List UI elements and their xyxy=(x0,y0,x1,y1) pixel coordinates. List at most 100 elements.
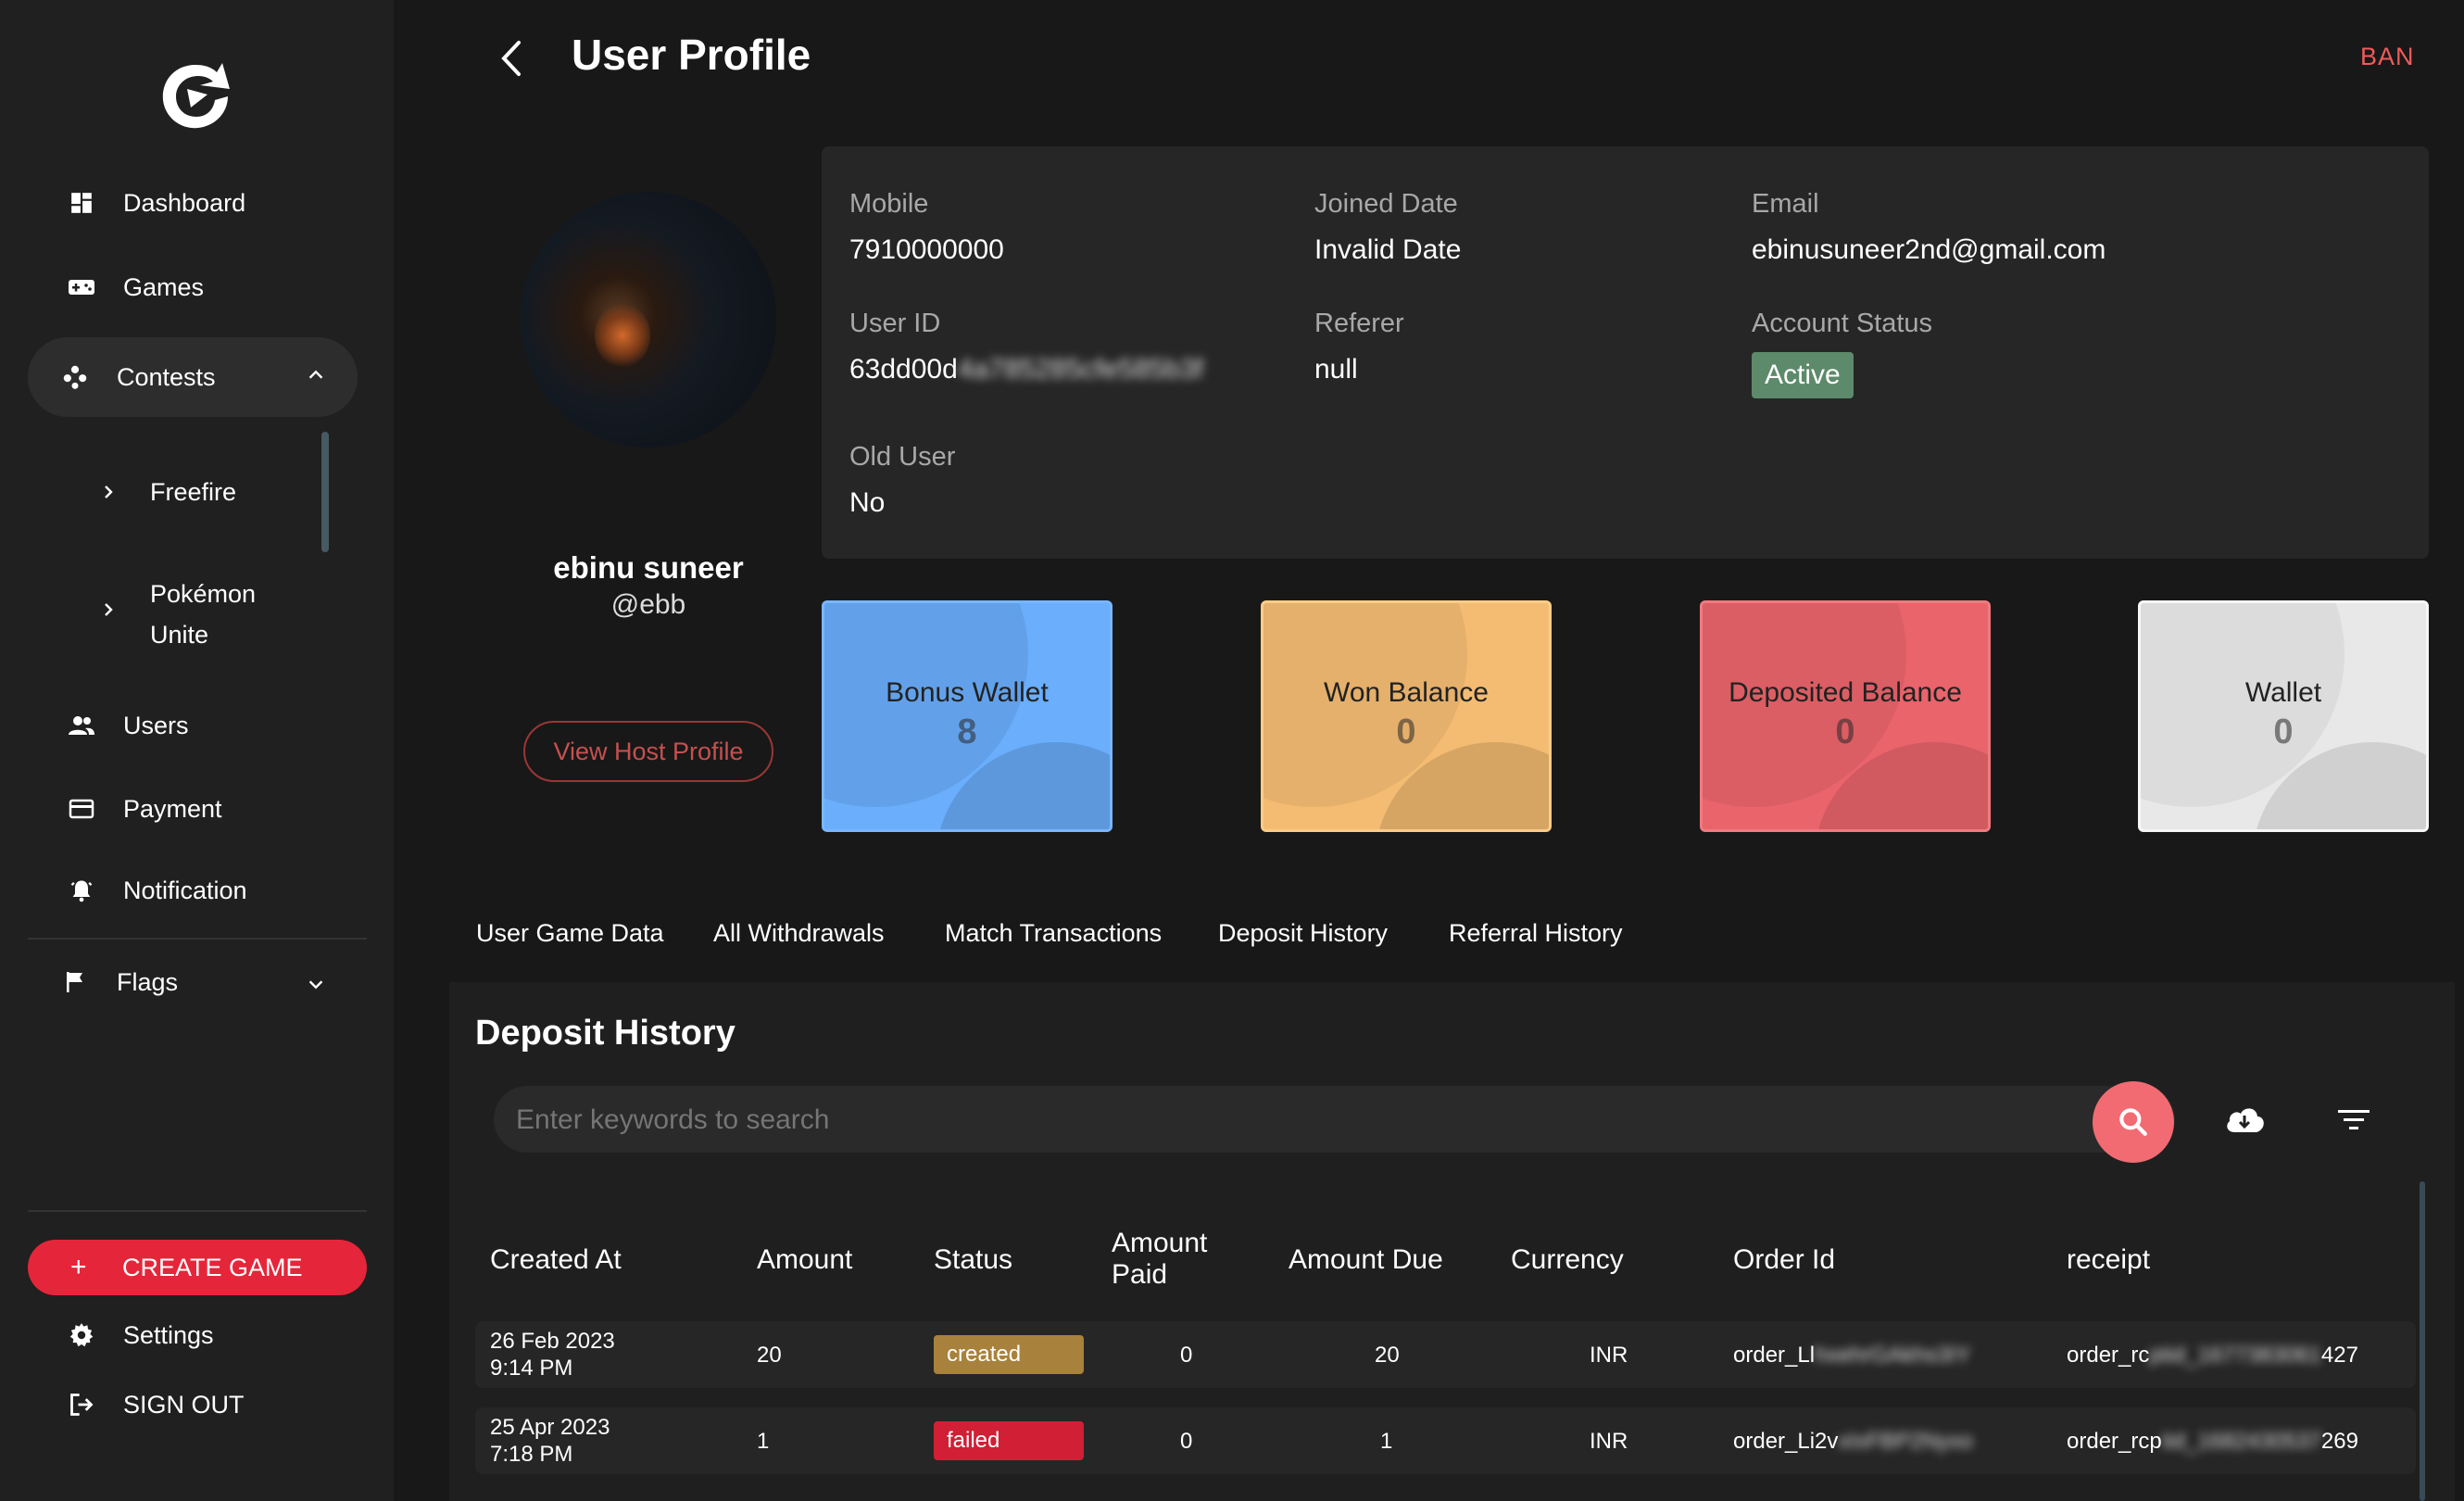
sub-item-freefire-label: Freefire xyxy=(150,478,237,506)
tab-match-transactions[interactable]: Match Transactions xyxy=(945,919,1162,948)
column-header: Currency xyxy=(1511,1244,1624,1275)
email-label: Email xyxy=(1752,189,1819,219)
user-id-value: 63dd00d4a785285cfe585b3f xyxy=(849,354,1204,385)
won-balance-title: Won Balance xyxy=(1324,677,1489,708)
tab-all-withdrawals[interactable]: All Withdrawals xyxy=(713,919,885,948)
sidebar: Dashboard Games Contests Freefire Pokémo… xyxy=(0,0,394,1501)
submenu-scrollbar[interactable] xyxy=(321,432,329,552)
search-input[interactable] xyxy=(516,1104,1442,1136)
receipt-cell: order_rcptid_1677383061427 xyxy=(2067,1343,2358,1368)
deposited-balance-value: 0 xyxy=(1835,713,1855,751)
nav-games-label: Games xyxy=(123,272,205,301)
create-game-button[interactable]: + CREATE GAME xyxy=(28,1240,367,1295)
mobile-label: Mobile xyxy=(849,189,929,219)
amount-paid-cell: 0 xyxy=(1180,1429,1193,1454)
users-icon xyxy=(67,711,96,740)
nav-contests-label: Contests xyxy=(117,362,216,391)
gamepad-icon xyxy=(67,272,96,302)
contests-icon xyxy=(60,362,90,392)
column-header: Order Id xyxy=(1733,1244,1836,1275)
column-header: Created At xyxy=(490,1244,622,1275)
column-header: Amount Due xyxy=(1289,1244,1443,1275)
logout-icon xyxy=(67,1390,96,1419)
card-icon xyxy=(67,794,96,824)
avatar xyxy=(521,192,776,448)
sub-item-pokemon-unite-label: Pokémon Unite xyxy=(150,580,257,649)
old-user-value: No xyxy=(849,487,886,518)
column-header: Amount Paid xyxy=(1112,1228,1208,1290)
currency-cell: INR xyxy=(1590,1429,1628,1454)
column-header: Amount xyxy=(757,1244,853,1275)
back-arrow-icon[interactable] xyxy=(493,35,530,82)
flag-icon xyxy=(60,967,90,997)
nav-settings-label: Settings xyxy=(123,1320,214,1349)
receipt-cell: order_rcptid_1682430537269 xyxy=(2067,1429,2358,1454)
wallet-title: Wallet xyxy=(2244,677,2322,708)
created-time: 7:18 PM xyxy=(490,1442,573,1467)
nav-flags-label: Flags xyxy=(117,967,179,996)
bell-icon xyxy=(67,876,96,905)
tab-deposit-history[interactable]: Deposit History xyxy=(1218,919,1388,948)
tab-user-game-data[interactable]: User Game Data xyxy=(476,919,664,948)
won-balance-card[interactable]: Won Balance 0 xyxy=(1261,600,1552,832)
dashboard-icon xyxy=(67,188,96,218)
wallet-value: 0 xyxy=(2273,713,2294,751)
create-game-label: CREATE GAME xyxy=(122,1253,303,1281)
won-balance-value: 0 xyxy=(1396,713,1416,751)
gear-icon xyxy=(67,1320,96,1350)
user-handle: @ebb xyxy=(610,589,686,620)
created-date: 26 Feb 2023 xyxy=(490,1329,615,1354)
search-button[interactable] xyxy=(2093,1081,2174,1163)
status-chip: failed xyxy=(934,1421,1084,1460)
referer-label: Referer xyxy=(1314,309,1404,338)
chevron-up-icon xyxy=(306,363,326,392)
amount-due-cell: 20 xyxy=(1375,1343,1400,1368)
amount-cell: 20 xyxy=(757,1343,782,1368)
bonus-wallet-value: 8 xyxy=(957,713,977,751)
sidebar-divider-bottom xyxy=(28,1210,367,1212)
currency-cell: INR xyxy=(1590,1343,1628,1368)
amount-paid-cell: 0 xyxy=(1180,1343,1193,1368)
cloud-download-icon[interactable] xyxy=(2223,1103,2266,1138)
filter-icon[interactable] xyxy=(2336,1106,2371,1134)
wallet-card[interactable]: Wallet 0 xyxy=(2138,600,2429,832)
app-logo-icon[interactable] xyxy=(154,57,237,133)
order-id-cell: order_Li2vxIxFBP2Nyxo xyxy=(1733,1429,1973,1454)
ban-button[interactable]: BAN xyxy=(2360,43,2415,71)
created-time: 9:14 PM xyxy=(490,1356,573,1381)
column-header: receipt xyxy=(2067,1244,2151,1275)
plus-icon: + xyxy=(70,1252,87,1282)
deposited-balance-title: Deposited Balance xyxy=(1729,677,1962,708)
sub-item-pokemon-unite[interactable]: Pokémon Unite xyxy=(102,574,287,649)
sidebar-divider xyxy=(28,938,367,940)
nav-users-label: Users xyxy=(123,711,189,739)
column-header: Status xyxy=(934,1244,1013,1275)
table-scrollbar[interactable] xyxy=(2420,1181,2425,1501)
user-name: ebinu suneer xyxy=(553,550,744,585)
status-badge: Active xyxy=(1752,352,1854,398)
bonus-wallet-title: Bonus Wallet xyxy=(886,677,1049,708)
deposited-balance-card[interactable]: Deposited Balance 0 xyxy=(1700,600,1991,832)
nav-dashboard-label: Dashboard xyxy=(123,188,246,217)
status-chip: created xyxy=(934,1335,1084,1374)
old-user-label: Old User xyxy=(849,442,956,472)
created-date: 25 Apr 2023 xyxy=(490,1415,610,1440)
bonus-wallet-card[interactable]: Bonus Wallet 8 xyxy=(822,600,1113,832)
referer-value: null xyxy=(1314,354,1358,385)
user-id-label: User ID xyxy=(849,309,941,338)
amount-due-cell: 1 xyxy=(1380,1429,1393,1454)
page-title: User Profile xyxy=(572,31,811,79)
joined-date-label: Joined Date xyxy=(1314,189,1458,219)
deposit-history-title: Deposit History xyxy=(475,1014,735,1053)
view-host-profile-button[interactable]: View Host Profile xyxy=(523,721,773,782)
chevron-down-icon xyxy=(306,972,326,1001)
tab-referral-history[interactable]: Referral History xyxy=(1449,919,1623,948)
mobile-value: 7910000000 xyxy=(849,234,1004,265)
order-id-cell: order_LlhxehrGAkhs3IY xyxy=(1733,1343,1971,1368)
user-info-panel xyxy=(822,146,2429,559)
chevron-right-icon xyxy=(102,478,117,512)
joined-date-value: Invalid Date xyxy=(1314,234,1462,265)
account-status-label: Account Status xyxy=(1752,309,1933,338)
nav-payment-label: Payment xyxy=(123,794,222,823)
nav-notification-label: Notification xyxy=(123,876,247,904)
